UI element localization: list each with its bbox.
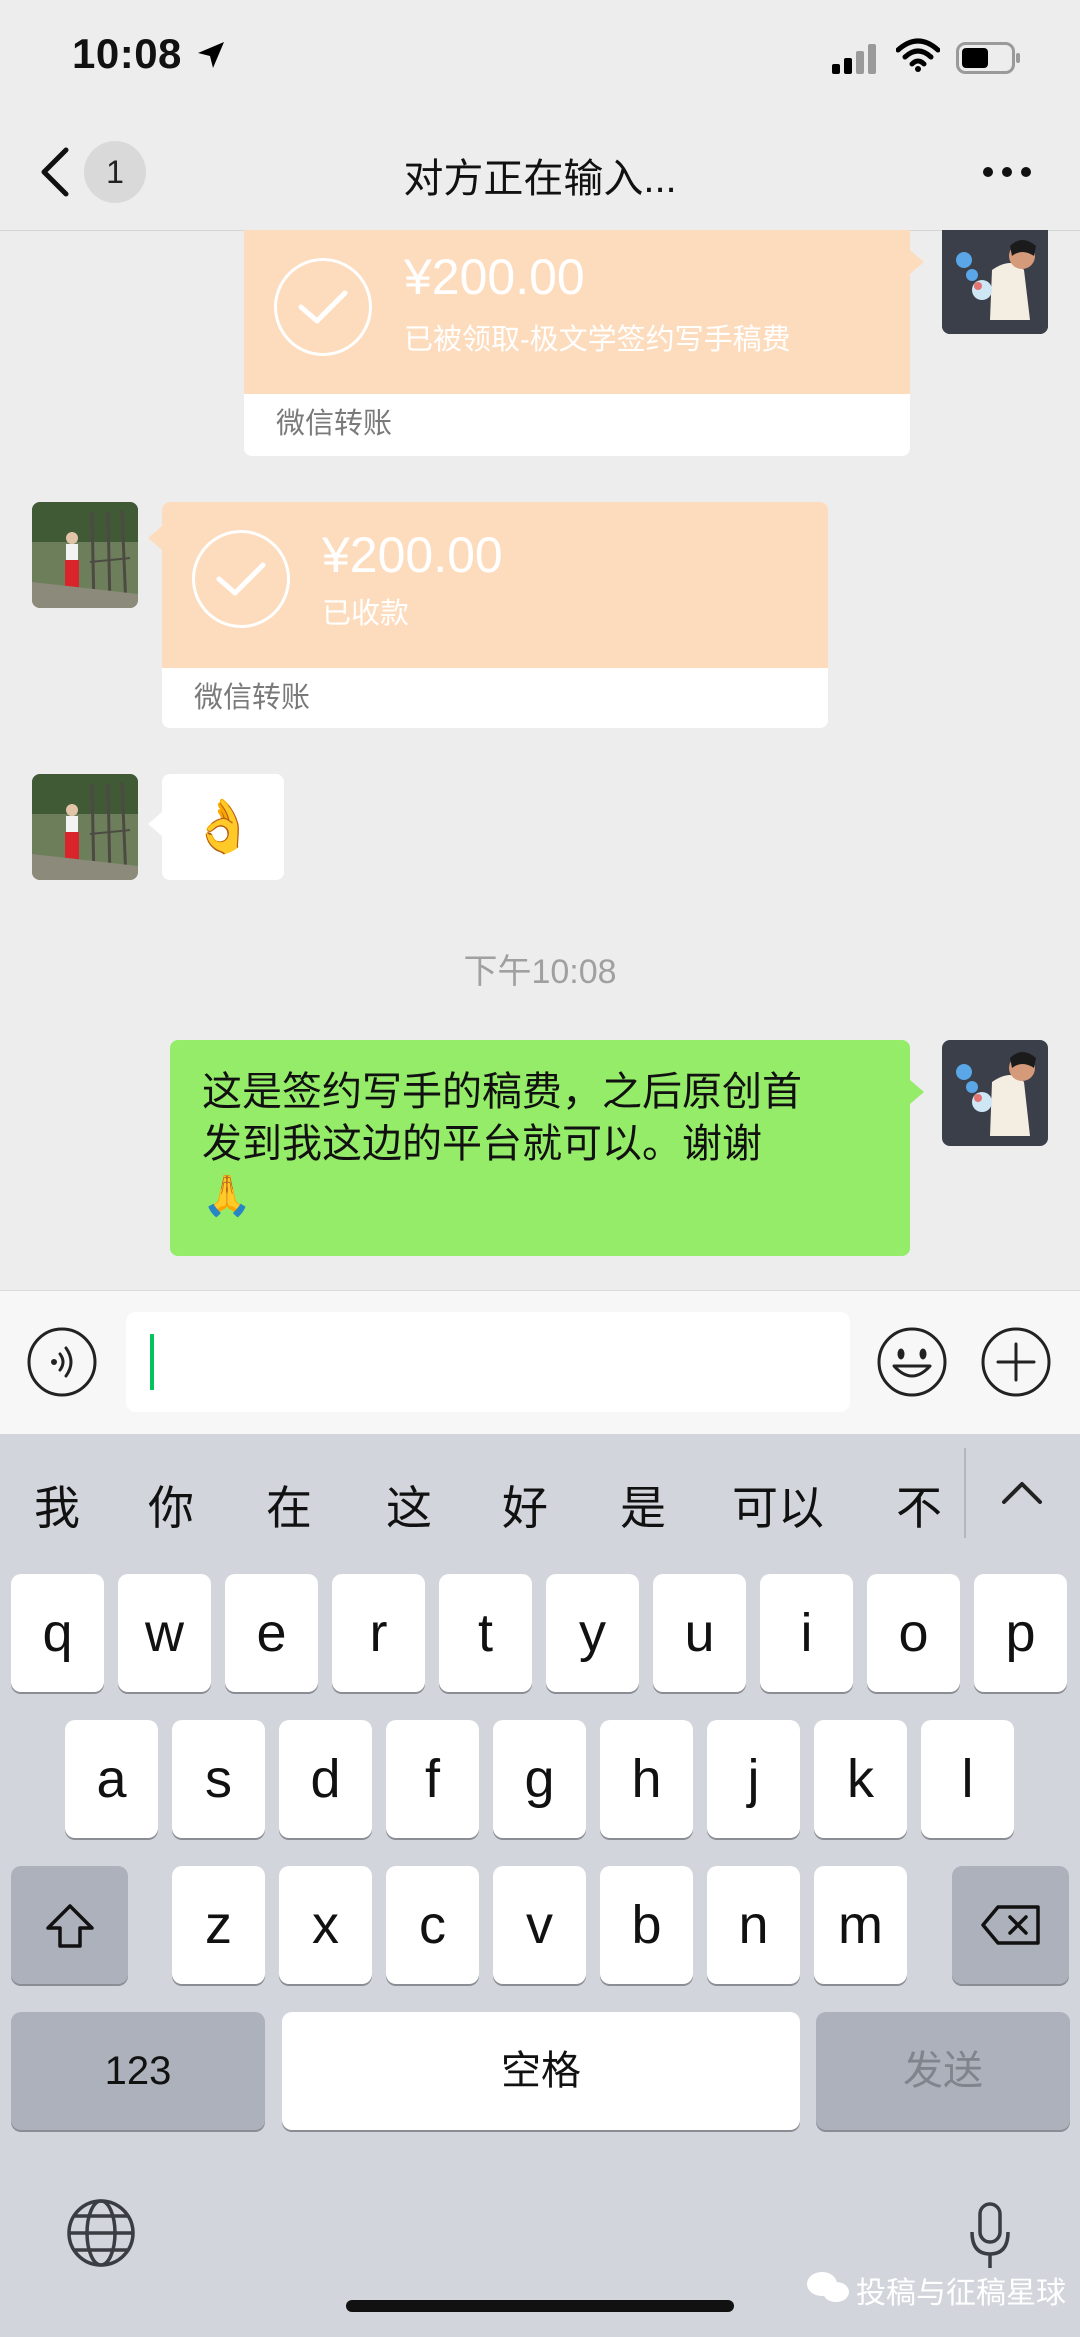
key-h[interactable]: h — [600, 1720, 693, 1838]
status-time: 10:08 — [72, 30, 182, 77]
transfer-desc: 已收款 — [322, 598, 410, 630]
message-timestamp: 下午10:08 — [463, 953, 617, 991]
key-a[interactable]: a — [65, 1720, 158, 1838]
key-q[interactable]: q — [11, 1574, 104, 1692]
candidate-word[interactable]: 你 — [148, 1472, 194, 1538]
transfer-desc: 已被领取-极文学签约写手稿费 — [404, 324, 791, 356]
candidate-divider — [964, 1448, 966, 1538]
backspace-icon — [980, 1905, 1040, 1945]
bubble-tail — [910, 1080, 924, 1104]
key-u[interactable]: u — [653, 1574, 746, 1692]
key-p[interactable]: p — [974, 1574, 1067, 1692]
message-input[interactable] — [126, 1312, 850, 1412]
message-line: 这是签约写手的稿费，之后原创首 — [202, 1070, 802, 1114]
candidate-word[interactable]: 好 — [502, 1472, 548, 1538]
transfer-amount: ¥200.00 — [322, 527, 503, 583]
delete-key[interactable] — [952, 1866, 1069, 1984]
microphone-icon[interactable] — [966, 2200, 1014, 2272]
contact-avatar[interactable] — [32, 774, 138, 880]
wechat-logo-icon — [807, 2272, 849, 2302]
key-x[interactable]: x — [279, 1866, 372, 1984]
voice-input-icon[interactable] — [26, 1326, 98, 1398]
key-l[interactable]: l — [921, 1720, 1014, 1838]
bubble-tail — [148, 526, 162, 550]
space-key[interactable]: 空格 — [282, 2012, 800, 2130]
key-s[interactable]: s — [172, 1720, 265, 1838]
my-avatar[interactable] — [942, 1040, 1048, 1146]
candidate-word[interactable]: 这 — [386, 1472, 432, 1538]
text-cursor — [150, 1334, 154, 1390]
key-z[interactable]: z — [172, 1866, 265, 1984]
battery-icon — [956, 42, 1020, 74]
contact-avatar[interactable] — [32, 502, 138, 608]
transfer-amount: ¥200.00 — [404, 249, 585, 305]
candidate-word[interactable]: 可以 — [732, 1472, 824, 1538]
watermark-text: 投稿与征稿星球 — [856, 2277, 1066, 2310]
transfer-card-sent[interactable]: ¥200.00 已被领取-极文学签约写手稿费 微信转账 — [244, 230, 910, 456]
transfer-card-received[interactable]: ¥200.00 已收款 微信转账 — [162, 502, 828, 728]
transfer-footer: 微信转账 — [194, 682, 311, 714]
key-e[interactable]: e — [225, 1574, 318, 1692]
key-t[interactable]: t — [439, 1574, 532, 1692]
home-indicator[interactable] — [346, 2300, 734, 2312]
wifi-icon — [896, 38, 940, 72]
key-m[interactable]: m — [814, 1866, 907, 1984]
bubble-tail — [910, 250, 924, 274]
check-icon — [274, 258, 372, 356]
message-line: 发到我这边的平台就可以。谢谢 — [202, 1122, 762, 1166]
check-icon — [192, 530, 290, 628]
key-w[interactable]: w — [118, 1574, 211, 1692]
key-i[interactable]: i — [760, 1574, 853, 1692]
key-c[interactable]: c — [386, 1866, 479, 1984]
candidate-word[interactable]: 是 — [620, 1472, 666, 1538]
numbers-key[interactable]: 123 — [11, 2012, 265, 2130]
candidate-word[interactable]: 我 — [34, 1472, 80, 1538]
message-emoji: 🙏 — [202, 1174, 252, 1218]
emoji-icon[interactable] — [876, 1326, 948, 1398]
shift-key[interactable] — [11, 1866, 128, 1984]
key-r[interactable]: r — [332, 1574, 425, 1692]
key-b[interactable]: b — [600, 1866, 693, 1984]
key-d[interactable]: d — [279, 1720, 372, 1838]
transfer-footer: 微信转账 — [276, 408, 393, 440]
chat-title: 对方正在输入... — [403, 157, 677, 201]
add-more-icon[interactable] — [980, 1326, 1052, 1398]
bubble-tail — [148, 812, 162, 836]
globe-icon[interactable] — [66, 2198, 136, 2268]
candidate-word[interactable]: 在 — [266, 1472, 312, 1538]
key-n[interactable]: n — [707, 1866, 800, 1984]
cellular-signal-icon — [832, 44, 876, 74]
key-y[interactable]: y — [546, 1574, 639, 1692]
key-j[interactable]: j — [707, 1720, 800, 1838]
text-message-sent[interactable]: 这是签约写手的稿费，之后原创首 发到我这边的平台就可以。谢谢 🙏 — [170, 1040, 910, 1256]
key-f[interactable]: f — [386, 1720, 479, 1838]
more-options-icon[interactable] — [982, 162, 1032, 182]
send-key[interactable]: 发送 — [816, 2012, 1070, 2130]
key-o[interactable]: o — [867, 1574, 960, 1692]
key-v[interactable]: v — [493, 1866, 586, 1984]
key-k[interactable]: k — [814, 1720, 907, 1838]
key-g[interactable]: g — [493, 1720, 586, 1838]
emoji-message[interactable]: 👌 — [162, 774, 284, 880]
shift-arrow-icon — [45, 1904, 94, 1948]
location-arrow-icon — [198, 42, 224, 68]
expand-candidates-icon[interactable] — [1000, 1478, 1044, 1506]
my-avatar[interactable] — [942, 230, 1048, 334]
candidate-word[interactable]: 不 — [896, 1472, 942, 1538]
